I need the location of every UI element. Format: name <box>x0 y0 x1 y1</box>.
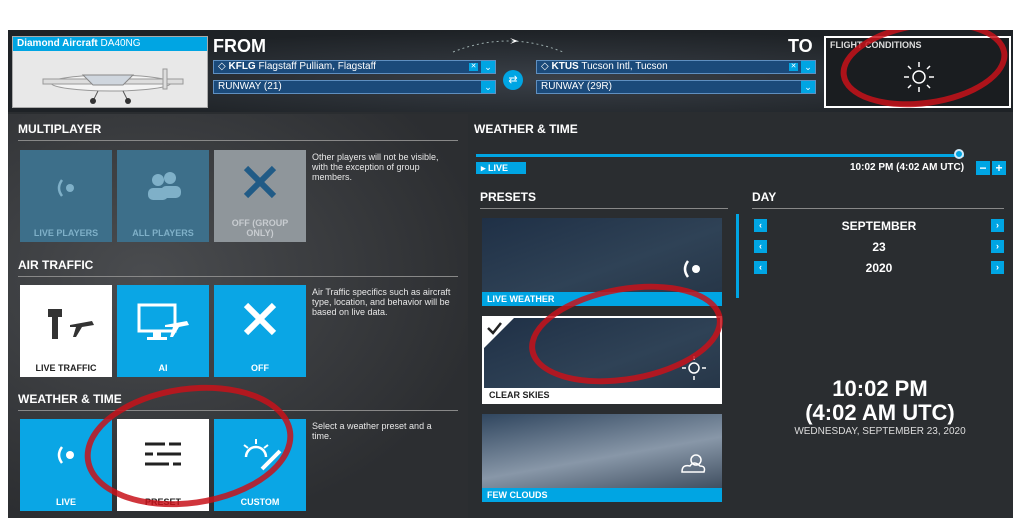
to-airport-field[interactable]: ◇ KTUS Tucson Intl, Tucson ✕ ⌄ <box>536 60 816 74</box>
chevron-down-icon[interactable]: ⌄ <box>801 61 815 73</box>
presets-heading: PRESETS <box>480 190 728 209</box>
from-airport-code: KFLG <box>228 61 256 72</box>
aircraft-card[interactable]: Diamond Aircraft DA40NG <box>12 36 208 108</box>
live-time-button[interactable]: ▸ LIVE <box>476 162 526 174</box>
tower-plane-icon <box>48 309 94 339</box>
time-slider-track[interactable] <box>476 154 964 157</box>
option-label: LIVE PLAYERS <box>33 228 99 238</box>
from-airport-name: Flagstaff Pulliam, Flagstaff <box>258 61 376 72</box>
full-date: WEDNESDAY, SEPTEMBER 23, 2020 <box>794 426 966 437</box>
option-label: LIVE TRAFFIC <box>35 363 97 373</box>
monitor-plane-icon <box>137 303 189 340</box>
aircraft-image <box>42 68 184 104</box>
broadcast-icon <box>57 446 74 464</box>
air-traffic-off-option[interactable]: OFF <box>214 285 306 377</box>
aircraft-model: DA40NG <box>100 38 141 49</box>
swap-icon: ⇄ <box>508 74 518 86</box>
diamond-icon: ◇ <box>218 61 226 72</box>
chevron-right-icon[interactable]: › <box>991 219 1004 232</box>
time-readout: 10:02 PM (4:02 AM UTC) <box>850 162 965 173</box>
chevron-right-icon[interactable]: › <box>991 261 1004 274</box>
preset-label: CLEAR SKIES <box>484 388 720 402</box>
time-slider-handle[interactable] <box>954 149 964 159</box>
time-plus-button[interactable]: + <box>992 161 1006 175</box>
chevron-down-icon[interactable]: ⌄ <box>481 81 495 93</box>
date-selector: ‹ 23 › <box>754 239 1004 255</box>
day-heading: DAY <box>752 190 1004 209</box>
chevron-right-icon[interactable]: › <box>991 240 1004 253</box>
month-value: SEPTEMBER <box>841 219 917 233</box>
chevron-down-icon[interactable]: ⌄ <box>801 81 815 93</box>
to-runway-value: RUNWAY (29R) <box>541 81 612 92</box>
multiplayer-description: Other players will not be visible, with … <box>312 152 439 182</box>
chevron-left-icon[interactable]: ‹ <box>754 219 767 232</box>
play-icon: ▸ <box>481 163 486 173</box>
cloud-sun-icon <box>681 454 706 473</box>
air-traffic-heading: AIR TRAFFIC <box>18 258 458 277</box>
option-label: LIVE <box>55 497 76 507</box>
year-value: 2020 <box>865 261 893 275</box>
to-airport-name: Tucson Intl, Tucson <box>581 61 668 72</box>
multiplayer-heading: MULTIPLAYER <box>18 122 458 141</box>
live-players-option[interactable]: LIVE PLAYERS <box>20 150 112 242</box>
option-label: CUSTOM <box>240 497 280 507</box>
live-traffic-option[interactable]: LIVE TRAFFIC <box>20 285 112 377</box>
option-label: OFF (GROUP ONLY) <box>231 218 289 238</box>
year-selector: ‹ 2020 › <box>754 260 1004 276</box>
date-value: 23 <box>872 240 886 254</box>
multiplayer-off-option[interactable]: OFF (GROUP ONLY) <box>214 150 306 242</box>
option-label: AI <box>158 363 168 373</box>
chevron-left-icon[interactable]: ‹ <box>754 240 767 253</box>
weather-time-description: Select a weather preset and a time. <box>312 421 432 441</box>
to-heading: TO <box>788 36 813 56</box>
presets-scrollbar[interactable] <box>736 214 739 298</box>
x-icon <box>243 165 277 199</box>
preset-few-clouds[interactable]: FEW CLOUDS <box>482 414 722 502</box>
all-players-option[interactable]: ALL PLAYERS <box>117 150 209 242</box>
ai-traffic-option[interactable]: AI <box>117 285 209 377</box>
aircraft-title: Diamond Aircraft DA40NG <box>13 37 207 51</box>
from-heading: FROM <box>213 36 266 56</box>
flight-setup-window: Diamond Aircraft DA40NG FROM TO ◇ KFLG F… <box>8 30 1013 518</box>
checkmark-icon <box>484 318 514 348</box>
from-runway-value: RUNWAY (21) <box>218 81 282 92</box>
air-traffic-description: Air Traffic specifics such as aircraft t… <box>312 287 451 317</box>
chevron-down-icon[interactable]: ⌄ <box>481 61 495 73</box>
option-label: ALL PLAYERS <box>132 228 194 238</box>
live-time-label: LIVE <box>488 163 509 173</box>
option-label: OFF <box>251 363 269 373</box>
users-icon <box>148 172 181 200</box>
clear-icon[interactable]: ✕ <box>469 63 478 71</box>
chevron-left-icon[interactable]: ‹ <box>754 261 767 274</box>
clock-utc: (4:02 AM UTC) <box>805 400 955 425</box>
to-runway-select[interactable]: RUNWAY (29R) ⌄ <box>536 80 816 94</box>
preset-label: FEW CLOUDS <box>482 488 722 502</box>
swap-airports-button[interactable]: ⇄ <box>503 70 523 90</box>
diamond-icon: ◇ <box>541 61 549 72</box>
flight-path-icon <box>452 38 564 53</box>
from-airport-field[interactable]: ◇ KFLG Flagstaff Pulliam, Flagstaff ✕ ⌄ <box>213 60 496 74</box>
clock-local: 10:02 PM <box>832 376 928 401</box>
weather-time-title: WEATHER & TIME <box>474 122 578 136</box>
time-minus-button[interactable]: − <box>976 161 990 175</box>
x-icon <box>243 302 277 336</box>
to-airport-code: KTUS <box>551 61 579 72</box>
aircraft-maker: Diamond Aircraft <box>17 38 98 49</box>
from-runway-select[interactable]: RUNWAY (21) ⌄ <box>213 80 496 94</box>
broadcast-icon <box>57 179 74 197</box>
month-selector: ‹ SEPTEMBER › <box>754 218 1004 234</box>
broadcast-icon <box>683 260 700 278</box>
clear-icon[interactable]: ✕ <box>789 63 798 71</box>
